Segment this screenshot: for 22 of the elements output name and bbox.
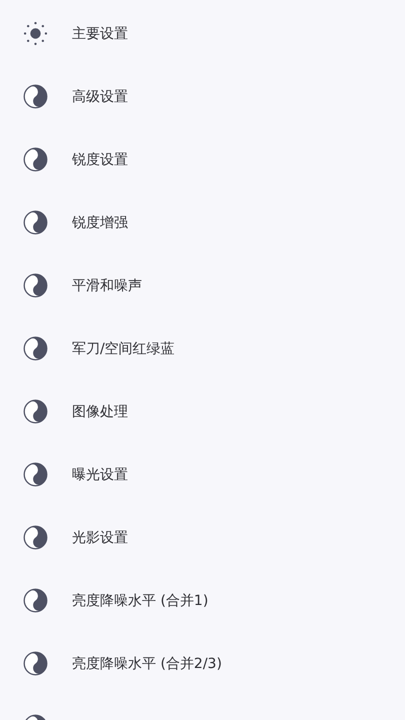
menu-item-label[interactable]: 亮度降噪水平 (合并2/3)	[72, 654, 222, 672]
menu-item-label[interactable]: 军刀/空间红绿蓝	[72, 340, 175, 358]
yin-yang-icon	[23, 399, 48, 424]
yin-yang-icon	[23, 147, 48, 172]
yin-yang-icon	[23, 273, 48, 298]
menu-item-label[interactable]: 图像处理	[72, 402, 128, 420]
menu-item-label[interactable]: 高级设置	[72, 88, 128, 106]
yin-yang-icon	[23, 651, 48, 676]
menu-item-label[interactable]: 锐度增强	[72, 214, 128, 232]
menu-item-label[interactable]: 曝光设置	[72, 466, 128, 484]
yin-yang-icon	[23, 84, 48, 109]
yin-yang-icon	[23, 462, 48, 487]
menu-item-label[interactable]: 主要设置	[72, 24, 128, 42]
menu-item-label[interactable]: 光影设置	[72, 528, 128, 546]
sun-icon	[23, 21, 48, 46]
yin-yang-icon	[23, 525, 48, 550]
menu-item-label[interactable]: 亮度降噪水平 (合并1)	[72, 592, 208, 610]
yin-yang-icon	[23, 210, 48, 235]
menu-item-label[interactable]: 平滑和噪声	[72, 276, 142, 294]
menu-item-label[interactable]: 锐度设置	[72, 150, 128, 168]
yin-yang-icon	[23, 336, 48, 361]
yin-yang-icon	[23, 588, 48, 613]
